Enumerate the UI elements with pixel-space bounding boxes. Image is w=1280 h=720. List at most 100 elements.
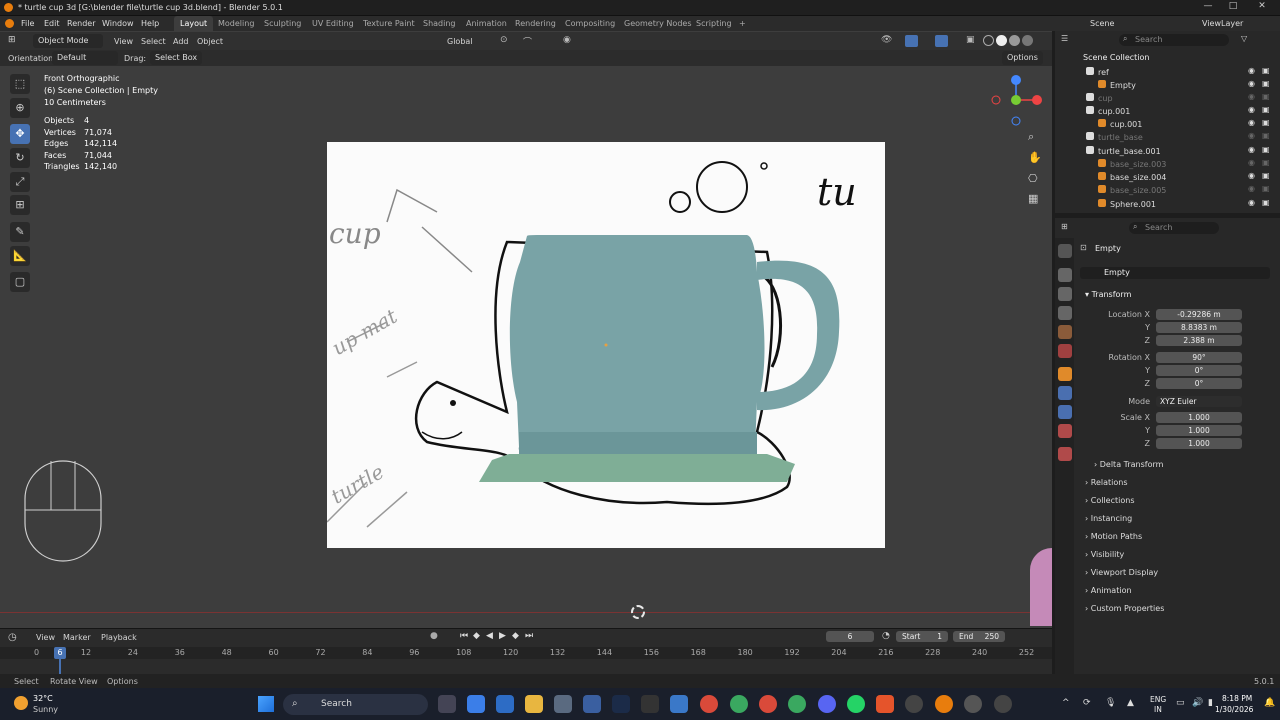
transform-tool[interactable]: ⊞ <box>10 195 30 215</box>
battery-icon[interactable]: ▮ <box>1208 698 1213 708</box>
visibility-eye-icon[interactable]: ◉ <box>1248 184 1255 193</box>
material-shading-icon[interactable] <box>1009 35 1020 46</box>
timeline-menu-view[interactable]: View <box>36 633 55 642</box>
jump-end-icon[interactable]: ⏭ <box>525 631 533 641</box>
outliner-row[interactable]: base_size.004 ◉ ▣ <box>1055 171 1280 184</box>
tab-scripting[interactable]: Scripting <box>690 16 738 31</box>
panel-header[interactable]: › Delta Transform <box>1094 460 1280 476</box>
visibility-eye-icon[interactable]: ◉ <box>1248 79 1255 88</box>
outliner-row[interactable]: cup.001 ◉ ▣ <box>1055 118 1280 131</box>
zoom-icon[interactable]: ⌕ <box>1028 130 1034 144</box>
outliner-row[interactable]: base_size.005 ◉ ▣ <box>1055 184 1280 197</box>
constraints-tab-icon[interactable] <box>1058 405 1072 419</box>
viewport-menu-object[interactable]: Object <box>197 37 223 46</box>
media-icon[interactable] <box>994 695 1012 713</box>
menu-edit[interactable]: Edit <box>44 19 60 28</box>
visibility-eye-icon[interactable]: ◉ <box>1248 105 1255 114</box>
panel-header[interactable]: › Visibility <box>1085 550 1280 566</box>
tray-chevron-icon[interactable]: ^ <box>1062 698 1070 708</box>
visibility-icon[interactable]: 👁 <box>881 35 892 45</box>
taskbar-search[interactable]: Search <box>283 694 428 715</box>
discord-icon[interactable] <box>818 695 836 713</box>
render-camera-icon[interactable]: ▣ <box>1262 66 1270 75</box>
viewport-menu-select[interactable]: Select <box>141 37 166 46</box>
volume-icon[interactable]: 🔊 <box>1192 698 1203 708</box>
language-code[interactable]: ENG <box>1150 695 1166 704</box>
outliner-row[interactable]: turtle_base.001 ◉ ▣ <box>1055 145 1280 158</box>
solid-shading-icon[interactable] <box>996 35 1007 46</box>
chrome-icon[interactable] <box>700 695 718 713</box>
outliner-row[interactable]: turtle_base ◉ ▣ <box>1055 131 1280 144</box>
tab-shading[interactable]: Shading <box>417 16 462 31</box>
scale-x-field[interactable]: 1.000 <box>1156 412 1242 423</box>
mode-dropdown[interactable]: Object Mode <box>33 34 103 48</box>
app-icon-2[interactable] <box>670 695 688 713</box>
windows-start-icon[interactable] <box>258 696 274 712</box>
render-camera-icon[interactable]: ▣ <box>1262 118 1270 127</box>
render-camera-icon[interactable]: ▣ <box>1262 92 1270 101</box>
scene-collection-label[interactable]: Scene Collection <box>1083 53 1150 62</box>
filter-icon[interactable]: ▽ <box>1241 34 1247 43</box>
blender-taskbar-icon[interactable] <box>935 695 953 713</box>
pivot-icon[interactable]: ⊙ <box>500 35 508 45</box>
menu-render[interactable]: Render <box>67 19 95 28</box>
render-camera-icon[interactable]: ▣ <box>1262 171 1270 180</box>
tab-modeling[interactable]: Modeling <box>212 16 260 31</box>
visibility-eye-icon[interactable]: ◉ <box>1248 92 1255 101</box>
playhead[interactable]: 6 <box>54 647 66 659</box>
render-tab-icon[interactable] <box>1058 268 1072 282</box>
navigation-gizmo-icon[interactable] <box>988 72 1044 128</box>
3d-cursor-icon[interactable] <box>631 605 645 619</box>
snap-icon[interactable]: ⌒ <box>523 35 532 48</box>
keyframe-forward-icon[interactable]: ◆ <box>512 631 519 641</box>
view-layer-tab-icon[interactable] <box>1058 306 1072 320</box>
outliner-row[interactable]: ref ◉ ▣ <box>1055 66 1280 79</box>
annotate-tool[interactable]: ✎ <box>10 222 30 242</box>
rendered-shading-icon[interactable] <box>1022 35 1033 46</box>
properties-editor-icon[interactable]: ⊞ <box>1061 222 1068 231</box>
tab-texture-paint[interactable]: Texture Paint <box>357 16 421 31</box>
panel-header[interactable]: › Motion Paths <box>1085 532 1280 548</box>
app-icon-3[interactable] <box>905 695 923 713</box>
copilot-icon[interactable] <box>467 695 485 713</box>
scale-z-field[interactable]: 1.000 <box>1156 438 1242 449</box>
xray-icon[interactable]: ▣ <box>966 35 975 45</box>
grid-ortho-icon[interactable]: ▦ <box>1028 192 1038 205</box>
add-workspace-button[interactable]: + <box>733 16 752 31</box>
task-view-icon[interactable] <box>438 695 456 713</box>
visibility-eye-icon[interactable]: ◉ <box>1248 66 1255 75</box>
render-camera-icon[interactable]: ▣ <box>1262 184 1270 193</box>
epic-games-icon[interactable] <box>641 695 659 713</box>
wireframe-shading-icon[interactable] <box>983 35 994 46</box>
notification-bell-icon[interactable]: 🔔 <box>1264 698 1275 708</box>
render-camera-icon[interactable]: ▣ <box>1262 105 1270 114</box>
tray-sync-icon[interactable]: ⟳ <box>1083 698 1091 708</box>
visibility-eye-icon[interactable]: ◉ <box>1248 145 1255 154</box>
render-camera-icon[interactable]: ▣ <box>1262 158 1270 167</box>
panel-header[interactable]: › Instancing <box>1085 514 1280 530</box>
tab-animation[interactable]: Animation <box>460 16 513 31</box>
whatsapp-icon[interactable] <box>847 695 865 713</box>
overlay-toggle-icon[interactable] <box>935 35 948 47</box>
language-region[interactable]: IN <box>1154 705 1162 714</box>
render-camera-icon[interactable]: ▣ <box>1262 79 1270 88</box>
start-frame-field[interactable]: Start 1 <box>896 631 948 642</box>
location-z-field[interactable]: 2.388 m <box>1156 335 1242 346</box>
rotation-z-field[interactable]: 0° <box>1156 378 1242 389</box>
play-reverse-icon[interactable]: ◀ <box>486 631 493 641</box>
timeline-editor-type-icon[interactable]: ◷ <box>8 632 17 643</box>
tab-sculpting[interactable]: Sculpting <box>258 16 307 31</box>
rotate-tool[interactable]: ↻ <box>10 148 30 168</box>
store-icon[interactable] <box>496 695 514 713</box>
scene-tab-icon[interactable] <box>1058 325 1072 339</box>
outliner-row[interactable]: Empty ◉ ▣ <box>1055 79 1280 92</box>
clock-time[interactable]: 8:18 PM <box>1222 694 1252 703</box>
outliner-editor-icon[interactable]: ☰ <box>1061 34 1068 43</box>
clock-date[interactable]: 1/30/2026 <box>1215 705 1253 714</box>
timeline-editor[interactable]: ◷ View Marker Playback ● ⏮ ◆ ◀ ▶ ◆ ⏭ 6 ◔… <box>0 628 1052 674</box>
drag-dropdown[interactable]: Select Box <box>150 51 202 65</box>
rotation-mode-dropdown[interactable]: XYZ Euler <box>1156 396 1242 407</box>
maximize-button[interactable]: □ <box>1221 1 1245 15</box>
properties-search-input[interactable]: Search <box>1129 222 1219 234</box>
render-camera-icon[interactable]: ▣ <box>1262 145 1270 154</box>
